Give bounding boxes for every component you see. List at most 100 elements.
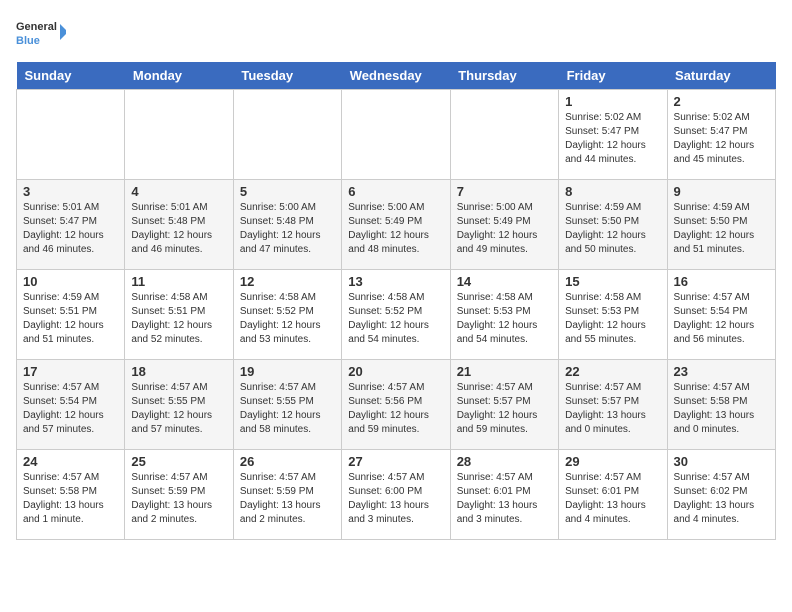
cell-info: Sunrise: 5:02 AM Sunset: 5:47 PM Dayligh…	[565, 111, 660, 167]
cell-info: Sunrise: 4:57 AM Sunset: 6:02 PM Dayligh…	[674, 471, 769, 527]
day-number: 6	[348, 184, 443, 199]
cell-info: Sunrise: 4:57 AM Sunset: 6:01 PM Dayligh…	[565, 471, 660, 527]
cell-info: Sunrise: 4:57 AM Sunset: 5:57 PM Dayligh…	[457, 381, 552, 437]
svg-text:General: General	[16, 21, 57, 33]
day-number: 15	[565, 274, 660, 289]
day-number: 11	[131, 274, 226, 289]
calendar-cell: 25 Sunrise: 4:57 AM Sunset: 5:59 PM Dayli…	[125, 450, 233, 540]
day-number: 13	[348, 274, 443, 289]
calendar-cell: 16 Sunrise: 4:57 AM Sunset: 5:54 PM Dayli…	[667, 270, 775, 360]
day-number: 17	[23, 364, 118, 379]
cell-info: Sunrise: 4:57 AM Sunset: 5:57 PM Dayligh…	[565, 381, 660, 437]
cell-info: Sunrise: 4:57 AM Sunset: 5:58 PM Dayligh…	[674, 381, 769, 437]
calendar-cell: 23 Sunrise: 4:57 AM Sunset: 5:58 PM Dayli…	[667, 360, 775, 450]
cell-info: Sunrise: 4:57 AM Sunset: 6:00 PM Dayligh…	[348, 471, 443, 527]
calendar-cell: 12 Sunrise: 4:58 AM Sunset: 5:52 PM Dayli…	[233, 270, 341, 360]
cell-info: Sunrise: 5:02 AM Sunset: 5:47 PM Dayligh…	[674, 111, 769, 167]
calendar-week-4: 17 Sunrise: 4:57 AM Sunset: 5:54 PM Dayli…	[17, 360, 776, 450]
calendar-week-5: 24 Sunrise: 4:57 AM Sunset: 5:58 PM Dayli…	[17, 450, 776, 540]
calendar-cell: 4Sunrise: 5:01 AM Sunset: 5:48 PM Daylig…	[125, 180, 233, 270]
cell-info: Sunrise: 4:59 AM Sunset: 5:51 PM Dayligh…	[23, 291, 118, 347]
calendar-cell: 10 Sunrise: 4:59 AM Sunset: 5:51 PM Dayli…	[17, 270, 125, 360]
cell-info: Sunrise: 5:01 AM Sunset: 5:48 PM Dayligh…	[131, 201, 226, 257]
logo-svg: General Blue	[16, 16, 66, 52]
cell-info: Sunrise: 4:58 AM Sunset: 5:53 PM Dayligh…	[457, 291, 552, 347]
cell-info: Sunrise: 4:57 AM Sunset: 5:54 PM Dayligh…	[674, 291, 769, 347]
calendar-cell: 28 Sunrise: 4:57 AM Sunset: 6:01 PM Dayli…	[450, 450, 558, 540]
calendar-week-3: 10 Sunrise: 4:59 AM Sunset: 5:51 PM Dayli…	[17, 270, 776, 360]
day-number: 7	[457, 184, 552, 199]
calendar-cell: 29 Sunrise: 4:57 AM Sunset: 6:01 PM Dayli…	[559, 450, 667, 540]
day-header-friday: Friday	[559, 62, 667, 90]
day-header-sunday: Sunday	[17, 62, 125, 90]
cell-info: Sunrise: 4:57 AM Sunset: 5:58 PM Dayligh…	[23, 471, 118, 527]
calendar-table: SundayMondayTuesdayWednesdayThursdayFrid…	[16, 62, 776, 540]
calendar-cell: 1 Sunrise: 5:02 AM Sunset: 5:47 PM Daylig…	[559, 90, 667, 180]
day-header-monday: Monday	[125, 62, 233, 90]
cell-info: Sunrise: 4:57 AM Sunset: 5:55 PM Dayligh…	[240, 381, 335, 437]
cell-info: Sunrise: 4:57 AM Sunset: 5:54 PM Dayligh…	[23, 381, 118, 437]
day-number: 25	[131, 454, 226, 469]
calendar-week-2: 3Sunrise: 5:01 AM Sunset: 5:47 PM Daylig…	[17, 180, 776, 270]
cell-info: Sunrise: 4:58 AM Sunset: 5:53 PM Dayligh…	[565, 291, 660, 347]
day-header-wednesday: Wednesday	[342, 62, 450, 90]
day-number: 20	[348, 364, 443, 379]
day-number: 21	[457, 364, 552, 379]
day-number: 16	[674, 274, 769, 289]
day-number: 10	[23, 274, 118, 289]
calendar-cell: 18 Sunrise: 4:57 AM Sunset: 5:55 PM Dayli…	[125, 360, 233, 450]
day-header-saturday: Saturday	[667, 62, 775, 90]
day-number: 22	[565, 364, 660, 379]
day-number: 23	[674, 364, 769, 379]
cell-info: Sunrise: 5:00 AM Sunset: 5:49 PM Dayligh…	[457, 201, 552, 257]
calendar-cell: 20Sunrise: 4:57 AM Sunset: 5:56 PM Dayli…	[342, 360, 450, 450]
day-number: 9	[674, 184, 769, 199]
day-number: 1	[565, 94, 660, 109]
logo: General Blue	[16, 16, 66, 52]
day-number: 28	[457, 454, 552, 469]
cell-info: Sunrise: 4:57 AM Sunset: 6:01 PM Dayligh…	[457, 471, 552, 527]
calendar-cell: 8 Sunrise: 4:59 AM Sunset: 5:50 PM Daylig…	[559, 180, 667, 270]
calendar-cell: 14Sunrise: 4:58 AM Sunset: 5:53 PM Dayli…	[450, 270, 558, 360]
cell-info: Sunrise: 4:58 AM Sunset: 5:52 PM Dayligh…	[240, 291, 335, 347]
cell-info: Sunrise: 4:57 AM Sunset: 5:59 PM Dayligh…	[240, 471, 335, 527]
calendar-cell: 22 Sunrise: 4:57 AM Sunset: 5:57 PM Dayli…	[559, 360, 667, 450]
calendar-cell: 13 Sunrise: 4:58 AM Sunset: 5:52 PM Dayli…	[342, 270, 450, 360]
day-number: 24	[23, 454, 118, 469]
day-number: 26	[240, 454, 335, 469]
day-number: 8	[565, 184, 660, 199]
calendar-cell: 11Sunrise: 4:58 AM Sunset: 5:51 PM Dayli…	[125, 270, 233, 360]
calendar-cell: 19Sunrise: 4:57 AM Sunset: 5:55 PM Dayli…	[233, 360, 341, 450]
calendar-cell: 26 Sunrise: 4:57 AM Sunset: 5:59 PM Dayli…	[233, 450, 341, 540]
calendar-cell: 24 Sunrise: 4:57 AM Sunset: 5:58 PM Dayli…	[17, 450, 125, 540]
calendar-cell: 27Sunrise: 4:57 AM Sunset: 6:00 PM Dayli…	[342, 450, 450, 540]
calendar-cell	[342, 90, 450, 180]
calendar-cell: 7 Sunrise: 5:00 AM Sunset: 5:49 PM Daylig…	[450, 180, 558, 270]
calendar-cell	[233, 90, 341, 180]
calendar-cell: 17 Sunrise: 4:57 AM Sunset: 5:54 PM Dayli…	[17, 360, 125, 450]
calendar-cell: 3Sunrise: 5:01 AM Sunset: 5:47 PM Daylig…	[17, 180, 125, 270]
cell-info: Sunrise: 5:00 AM Sunset: 5:48 PM Dayligh…	[240, 201, 335, 257]
calendar-header-row: SundayMondayTuesdayWednesdayThursdayFrid…	[17, 62, 776, 90]
cell-info: Sunrise: 4:59 AM Sunset: 5:50 PM Dayligh…	[674, 201, 769, 257]
calendar-cell: 5Sunrise: 5:00 AM Sunset: 5:48 PM Daylig…	[233, 180, 341, 270]
calendar-cell: 9 Sunrise: 4:59 AM Sunset: 5:50 PM Daylig…	[667, 180, 775, 270]
day-number: 30	[674, 454, 769, 469]
cell-info: Sunrise: 4:59 AM Sunset: 5:50 PM Dayligh…	[565, 201, 660, 257]
day-header-tuesday: Tuesday	[233, 62, 341, 90]
calendar-cell: 2 Sunrise: 5:02 AM Sunset: 5:47 PM Daylig…	[667, 90, 775, 180]
calendar-cell: 6Sunrise: 5:00 AM Sunset: 5:49 PM Daylig…	[342, 180, 450, 270]
day-number: 2	[674, 94, 769, 109]
day-number: 29	[565, 454, 660, 469]
calendar-cell: 30 Sunrise: 4:57 AM Sunset: 6:02 PM Dayli…	[667, 450, 775, 540]
calendar-cell	[125, 90, 233, 180]
day-number: 12	[240, 274, 335, 289]
cell-info: Sunrise: 4:57 AM Sunset: 5:55 PM Dayligh…	[131, 381, 226, 437]
cell-info: Sunrise: 5:01 AM Sunset: 5:47 PM Dayligh…	[23, 201, 118, 257]
cell-info: Sunrise: 4:58 AM Sunset: 5:52 PM Dayligh…	[348, 291, 443, 347]
calendar-cell: 21 Sunrise: 4:57 AM Sunset: 5:57 PM Dayli…	[450, 360, 558, 450]
day-number: 18	[131, 364, 226, 379]
day-header-thursday: Thursday	[450, 62, 558, 90]
cell-info: Sunrise: 4:57 AM Sunset: 5:59 PM Dayligh…	[131, 471, 226, 527]
calendar-week-1: 1 Sunrise: 5:02 AM Sunset: 5:47 PM Daylig…	[17, 90, 776, 180]
